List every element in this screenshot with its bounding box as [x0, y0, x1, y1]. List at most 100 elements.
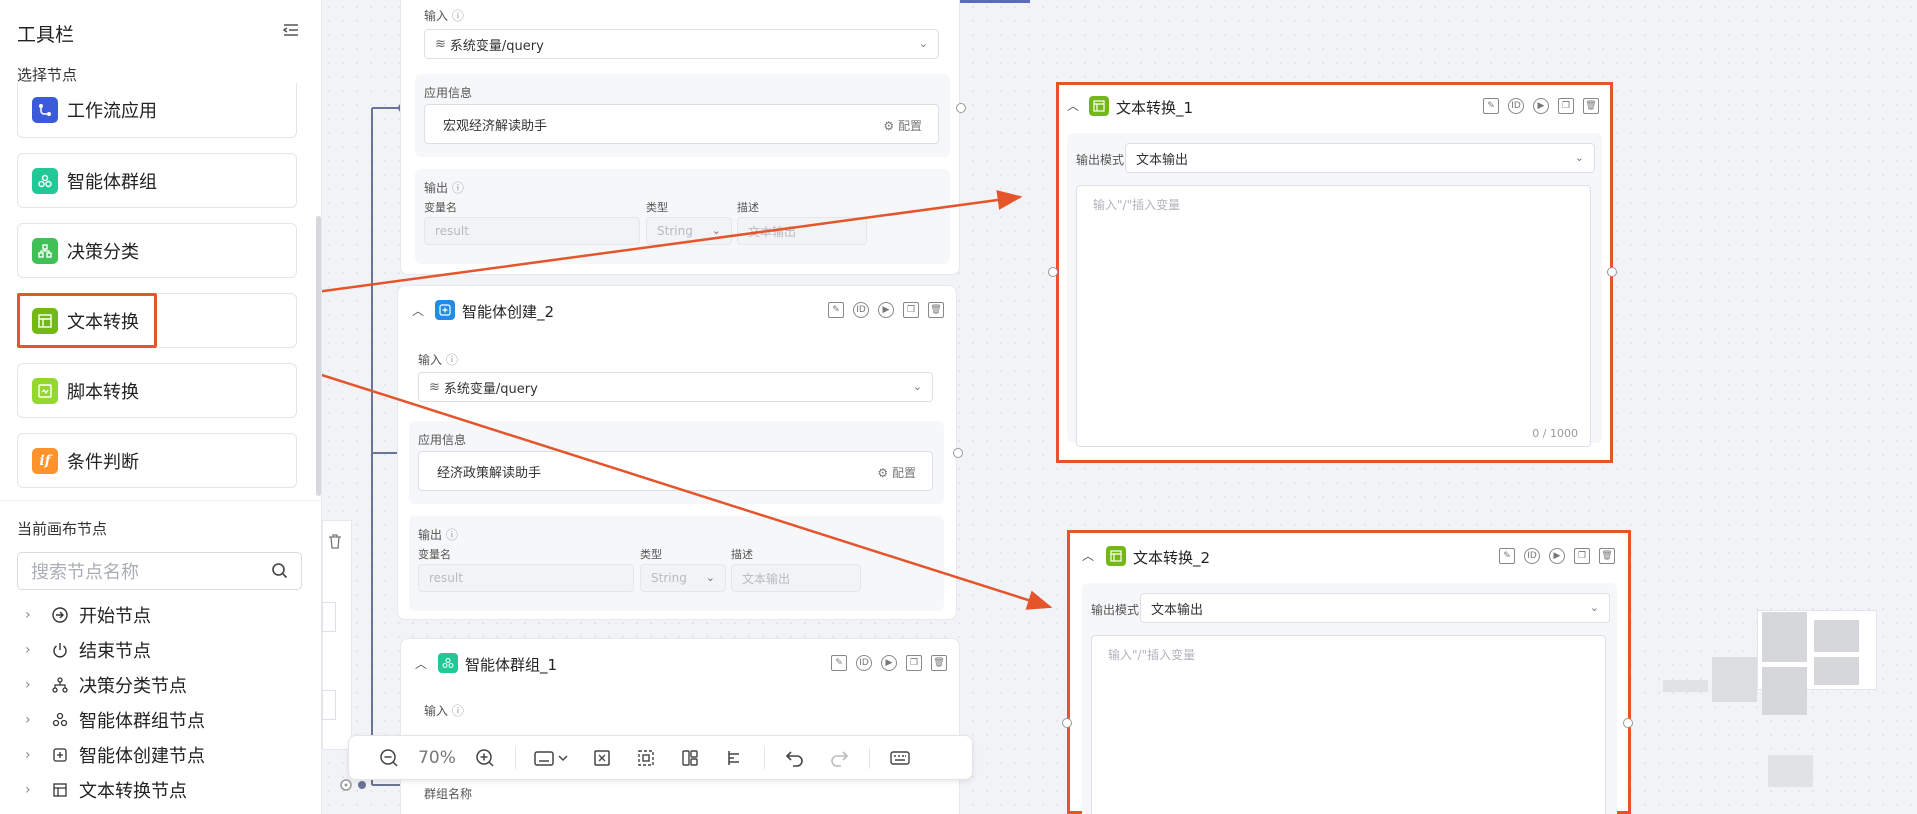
- collapse-chevron-icon[interactable]: ︿: [415, 655, 427, 672]
- node-type-script[interactable]: 脚本转换: [17, 363, 297, 418]
- id-icon[interactable]: ID: [856, 655, 872, 671]
- toolbar-panel: 工具栏 选择节点 工作流应用 智能体群组 决策分类 文本转换 脚本转换 if 条…: [0, 0, 322, 814]
- input-label: 输入 ⓘ: [424, 704, 464, 718]
- layers-icon: ≋: [435, 36, 446, 52]
- undo-icon[interactable]: [773, 743, 817, 773]
- layers-icon: ≋: [429, 379, 440, 395]
- tree-item-text-transform[interactable]: › 文本转换节点: [25, 775, 187, 805]
- zoom-level: 70%: [418, 747, 456, 768]
- app-info-field[interactable]: 经济政策解读助手 ⚙ 配置: [418, 451, 933, 491]
- output-port[interactable]: [1607, 267, 1617, 277]
- fit-view-icon[interactable]: [580, 743, 624, 773]
- node-type-agent-group[interactable]: 智能体群组: [17, 153, 297, 208]
- collapse-chevron-icon[interactable]: ︿: [1067, 97, 1079, 114]
- run-icon[interactable]: ▶: [881, 655, 897, 671]
- col-varname: 变量名: [424, 201, 457, 214]
- node-type-text-transform[interactable]: 文本转换: [17, 293, 157, 348]
- id-icon[interactable]: ID: [853, 302, 869, 318]
- output-port[interactable]: [953, 448, 963, 458]
- delete-icon[interactable]: 🗑: [928, 302, 944, 318]
- template-textarea[interactable]: 输入"/"插入变量 0 / 1000: [1076, 185, 1591, 447]
- output-port[interactable]: [956, 103, 966, 113]
- input-variable-select[interactable]: ≋ 系统变量/query ⌄: [424, 29, 939, 59]
- config-button[interactable]: ⚙ 配置: [877, 464, 916, 481]
- help-icon: ⓘ: [451, 704, 464, 718]
- output-mode-select[interactable]: 文本输出 ⌄: [1125, 143, 1595, 173]
- keyboard-shortcuts-icon[interactable]: [878, 743, 922, 773]
- template-textarea[interactable]: 输入"/"插入变量: [1091, 635, 1606, 814]
- tree-item-end[interactable]: › 结束节点: [25, 635, 151, 665]
- search-input[interactable]: 搜索节点名称: [17, 552, 302, 590]
- agent-group-icon: [49, 709, 71, 731]
- tree-item-decision[interactable]: › 决策分类节点: [25, 670, 187, 700]
- node-type-decision[interactable]: 决策分类: [17, 223, 297, 278]
- var-name-field: result: [418, 564, 634, 592]
- zoom-out-icon[interactable]: [367, 743, 411, 773]
- edit-icon[interactable]: ✎: [1483, 98, 1499, 114]
- id-icon[interactable]: ID: [1524, 548, 1540, 564]
- desc-field: 文本输出: [731, 564, 861, 592]
- help-icon: ⓘ: [451, 9, 464, 23]
- node-card-agent-create-2[interactable]: ︿ 智能体创建_2 ✎ ID ▶ ❐ 🗑 输入 ⓘ ≋ 系统变量/query ⌄…: [397, 285, 957, 620]
- delete-icon[interactable]: 🗑: [1583, 98, 1599, 114]
- layout-mode-dropdown[interactable]: [524, 743, 580, 773]
- input-port[interactable]: [1062, 718, 1072, 728]
- edit-icon[interactable]: ✎: [828, 302, 844, 318]
- collapse-chevron-icon[interactable]: ︿: [412, 302, 424, 319]
- toolbar-title: 工具栏: [17, 24, 75, 46]
- config-button[interactable]: ⚙ 配置: [883, 117, 922, 134]
- delete-icon[interactable]: 🗑: [1599, 548, 1615, 564]
- node-card-text-transform-2[interactable]: ︿ 文本转换_2 ✎ ID ▶ ❐ 🗑 输出模式 文本输出 ⌄ 输入"/"插入变…: [1067, 530, 1631, 814]
- chevron-down-icon: ⌄: [1574, 151, 1584, 164]
- redo-icon[interactable]: [817, 743, 861, 773]
- copy-icon[interactable]: ❐: [903, 302, 919, 318]
- node-type-condition[interactable]: if 条件判断: [17, 433, 297, 488]
- zoom-in-icon[interactable]: [463, 743, 507, 773]
- app-info-field[interactable]: 宏观经济解读助手 ⚙ 配置: [424, 104, 939, 144]
- chevron-right-icon[interactable]: ›: [25, 712, 43, 728]
- delete-icon[interactable]: 🗑: [931, 655, 947, 671]
- chevron-right-icon[interactable]: ›: [25, 642, 43, 658]
- run-icon[interactable]: ▶: [1549, 548, 1565, 564]
- tree-item-agent-create[interactable]: › 智能体创建节点: [25, 740, 205, 770]
- start-icon: [49, 604, 71, 626]
- output-port[interactable]: [1623, 718, 1633, 728]
- node-card-text-transform-1[interactable]: ︿ 文本转换_1 ✎ ID ▶ ❐ 🗑 输出模式 文本输出 ⌄ 输入"/"插入变…: [1056, 82, 1613, 463]
- tree-label: 开始节点: [79, 606, 151, 627]
- textarea-placeholder: 输入"/"插入变量: [1108, 648, 1196, 662]
- node-actions: ✎ ID ▶ ❐ 🗑: [1483, 98, 1599, 114]
- chevron-right-icon[interactable]: ›: [25, 677, 43, 693]
- type-select: String ⌄: [640, 564, 726, 592]
- align-left-icon[interactable]: [712, 743, 756, 773]
- tree-item-start[interactable]: › 开始节点: [25, 600, 151, 630]
- input-variable-select[interactable]: ≋ 系统变量/query ⌄: [418, 372, 933, 402]
- collapse-menu-icon[interactable]: [282, 22, 300, 38]
- decision-icon: [49, 674, 71, 696]
- toolbar-scrollbar[interactable]: [316, 216, 321, 496]
- chevron-right-icon[interactable]: ›: [25, 782, 43, 798]
- node-card-agent-group-1[interactable]: ︿ 智能体群组_1 ✎ ID ▶ ❐ 🗑 输入 ⓘ 群组名称: [400, 638, 960, 814]
- copy-icon[interactable]: ❐: [1558, 98, 1574, 114]
- copy-icon[interactable]: ❐: [1574, 548, 1590, 564]
- agent-group-icon: [438, 653, 458, 673]
- copy-icon[interactable]: ❐: [906, 655, 922, 671]
- input-port[interactable]: [1048, 267, 1058, 277]
- run-icon[interactable]: ▶: [878, 302, 894, 318]
- search-icon[interactable]: [271, 562, 289, 580]
- node-type-label: 条件判断: [67, 451, 139, 473]
- node-type-workflow[interactable]: 工作流应用: [17, 83, 297, 138]
- output-mode-select[interactable]: 文本输出 ⌄: [1140, 593, 1610, 623]
- tree-item-agent-group[interactable]: › 智能体群组节点: [25, 705, 205, 735]
- chevron-right-icon[interactable]: ›: [25, 747, 43, 763]
- input-label: 输入 ⓘ: [424, 9, 464, 23]
- node-card-agent-create-1[interactable]: 输入 ⓘ ≋ 系统变量/query ⌄ 应用信息 宏观经济解读助手 ⚙ 配置 输…: [400, 0, 960, 275]
- collapse-chevron-icon[interactable]: ︿: [1082, 547, 1094, 564]
- run-icon[interactable]: ▶: [1533, 98, 1549, 114]
- output-label: 输出 ⓘ: [418, 528, 458, 542]
- select-area-icon[interactable]: [624, 743, 668, 773]
- id-icon[interactable]: ID: [1508, 98, 1524, 114]
- auto-layout-icon[interactable]: [668, 743, 712, 773]
- chevron-right-icon[interactable]: ›: [25, 607, 43, 623]
- edit-icon[interactable]: ✎: [1499, 548, 1515, 564]
- edit-icon[interactable]: ✎: [831, 655, 847, 671]
